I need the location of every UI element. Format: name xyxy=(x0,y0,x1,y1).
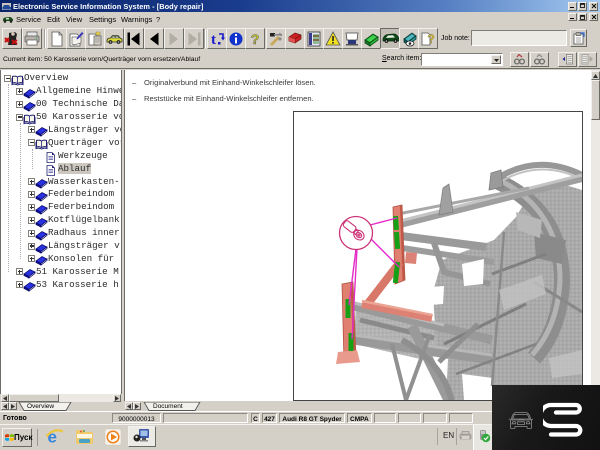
svg-text:?: ? xyxy=(251,31,260,47)
svg-text:?: ? xyxy=(427,32,434,46)
svg-text:t: t xyxy=(211,32,216,47)
